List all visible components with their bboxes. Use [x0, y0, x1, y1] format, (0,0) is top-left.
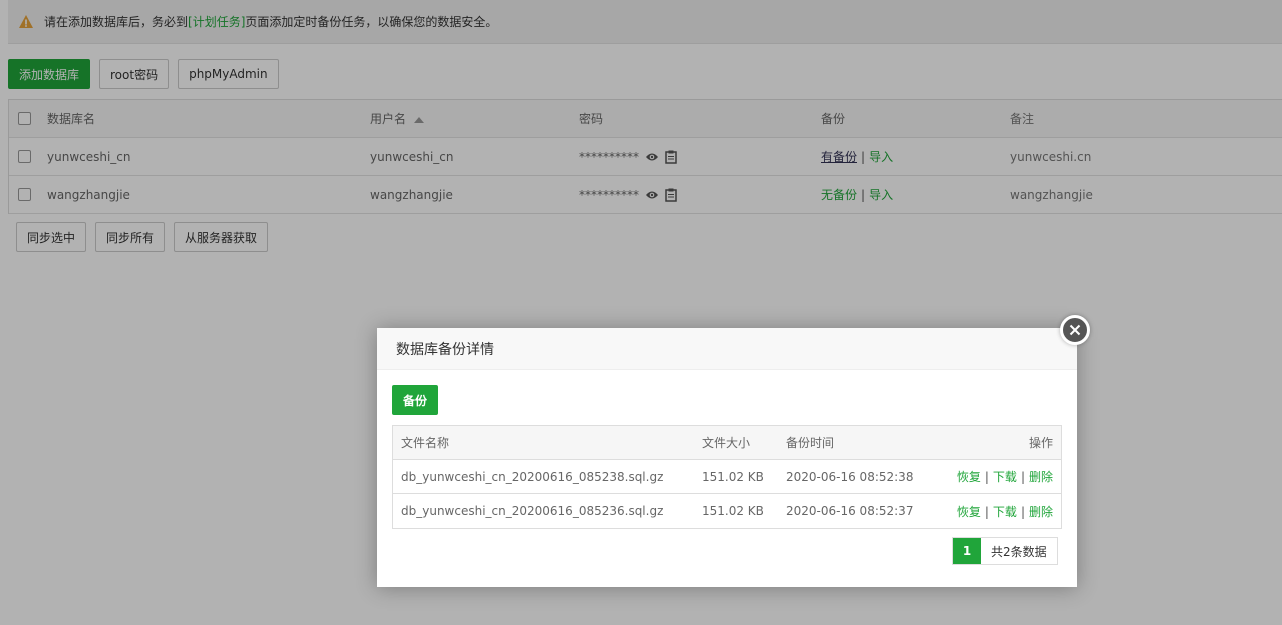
table-row: db_yunwceshi_cn_20200616_085238.sql.gz 1…	[393, 460, 1061, 494]
file-operations: 恢复 | 下载 | 删除	[956, 470, 1053, 484]
file-time: 2020-06-16 08:52:37	[786, 504, 914, 518]
file-time: 2020-06-16 08:52:38	[786, 469, 914, 484]
delete-link[interactable]: 删除	[1029, 470, 1053, 484]
download-link[interactable]: 下载	[993, 470, 1017, 484]
backup-file-table: 文件名称 文件大小 备份时间 操作 db_yunwceshi_cn_202006…	[392, 425, 1062, 529]
backup-details-modal: 数据库备份详情 备份 文件名称 文件大小 备份时间 操作 db_yunwcesh…	[377, 328, 1077, 587]
file-name: db_yunwceshi_cn_20200616_085236.sql.gz	[401, 504, 664, 518]
file-operations: 恢复 | 下载 | 删除	[956, 504, 1053, 519]
file-name: db_yunwceshi_cn_20200616_085238.sql.gz	[401, 469, 664, 484]
header-file-name: 文件名称	[401, 436, 450, 450]
page-1-button[interactable]: 1	[953, 538, 981, 564]
file-table-header: 文件名称 文件大小 备份时间 操作	[393, 426, 1061, 460]
header-backup-time: 备份时间	[786, 436, 835, 450]
modal-title: 数据库备份详情	[377, 328, 1077, 370]
total-count: 共2条数据	[981, 538, 1057, 564]
file-size: 151.02 KB	[702, 504, 764, 518]
restore-link[interactable]: 恢复	[957, 470, 981, 484]
file-size: 151.02 KB	[702, 469, 764, 484]
close-icon	[1069, 324, 1081, 336]
restore-link[interactable]: 恢复	[957, 505, 981, 519]
delete-link[interactable]: 删除	[1029, 505, 1053, 519]
download-link[interactable]: 下载	[993, 505, 1017, 519]
close-modal-button[interactable]	[1060, 315, 1090, 345]
header-file-size: 文件大小	[702, 436, 751, 450]
pagination: 1 共2条数据	[952, 537, 1058, 565]
backup-now-button[interactable]: 备份	[392, 385, 438, 415]
header-operations: 操作	[1028, 436, 1053, 450]
table-row: db_yunwceshi_cn_20200616_085236.sql.gz 1…	[393, 494, 1061, 528]
